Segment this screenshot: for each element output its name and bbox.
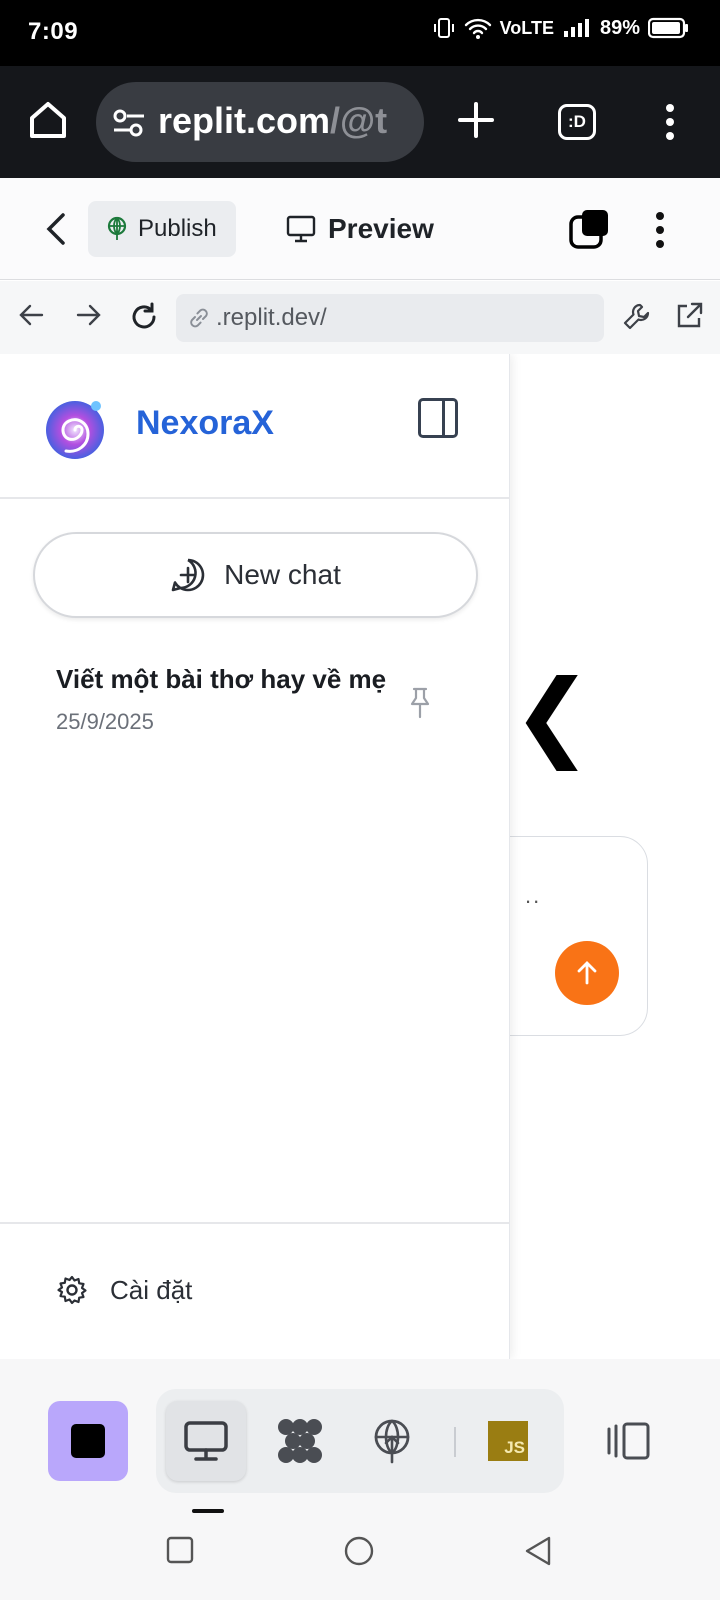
publish-button[interactable]: Publish [88,201,236,257]
arrow-up-icon [577,961,597,985]
replit-toolbar: Publish Preview [0,178,720,280]
publish-icon [107,216,127,240]
active-tab-indicator [192,1509,224,1513]
monitor-icon [286,215,316,243]
tab-switcher-icon[interactable]: :D [558,104,596,140]
stop-icon [71,1424,105,1458]
dock-tool-group: JS [156,1389,564,1493]
settings-button[interactable]: Cài đặt [56,1274,192,1306]
plus-icon[interactable] [456,100,496,140]
back-icon[interactable] [44,212,68,246]
arrow-left-icon[interactable] [18,301,46,329]
wrench-icon[interactable] [622,301,652,331]
address-bar[interactable]: replit.com/@t [96,82,424,162]
sidebar: NexoraX New chat Viết một bài thơ hay về… [0,354,510,1359]
workflow-icon [278,1419,322,1463]
js-icon: JS [488,1421,528,1461]
more-vert-icon[interactable] [664,102,676,142]
signal-icon [563,19,589,37]
arrow-right-icon[interactable] [74,301,102,329]
battery-icon [648,17,688,39]
network-type: VoLTE [499,17,554,38]
more-vert-icon[interactable] [654,210,666,250]
address-text: replit.com/@t [158,100,387,142]
vibrate-icon [433,18,454,38]
url-path: /@t [330,100,388,141]
dock-divider [454,1427,456,1457]
dock-deploy-tab[interactable] [352,1401,432,1481]
sidebar-header: NexoraX [0,354,510,499]
wifi-icon [464,18,491,39]
chat-title: Viết một bài thơ hay về mẹ [56,664,387,694]
home-icon[interactable] [26,98,70,142]
webview-url-field[interactable]: .replit.dev/ [176,294,604,342]
input-placeholder: .. [525,883,542,908]
android-nav-bar [0,1514,720,1600]
new-chat-button[interactable]: New chat [33,532,478,618]
webview-toolbar: .replit.dev/ [0,281,720,354]
chat-list-item[interactable]: Viết một bài thơ hay về mẹ 25/9/2025 [56,664,446,735]
dock-js-file-tab[interactable]: JS [468,1401,548,1481]
gear-icon [57,1275,87,1305]
tune-icon[interactable] [112,108,146,138]
dock-workflows-tab[interactable] [260,1401,340,1481]
webview-url-text: .replit.dev/ [216,304,327,331]
logo-icon [46,401,104,459]
new-chat-label: New chat [224,559,341,590]
dock-preview-tab[interactable] [166,1401,246,1481]
deploy-icon [374,1419,410,1464]
panel-switch-icon[interactable] [606,1421,652,1461]
browser-toolbar: replit.com/@t :D [0,66,720,178]
triangle-nav-icon[interactable] [522,1534,554,1568]
preview-label: Preview [328,213,434,244]
chevron-left-icon[interactable]: ❮ [512,668,592,764]
preview-button[interactable]: Preview [286,201,434,257]
chat-date: 25/9/2025 [56,709,154,734]
reload-icon[interactable] [128,301,160,333]
sidebar-toggle-icon[interactable] [418,398,458,438]
external-link-icon[interactable] [674,301,704,331]
chat-plus-icon [171,558,205,592]
sidebar-footer: Cài đặt [0,1222,510,1359]
publish-label: Publish [138,215,217,242]
circle-nav-icon[interactable] [342,1534,376,1568]
panes-icon[interactable] [568,208,610,250]
battery-percent: 89% [599,16,640,39]
chat-main-area: ❮ .. [480,354,720,1359]
status-bar: 7:09 VoLTE 89% [0,0,720,66]
status-time: 7:09 [28,18,79,45]
link-icon [190,308,208,328]
app-preview: ❮ .. NexoraX New chat Viết một bài thơ h… [0,354,720,1359]
replit-bottom-dock: JS [0,1359,720,1514]
settings-label: Cài đặt [110,1274,193,1305]
send-button[interactable] [555,941,619,1005]
brand-name: NexoraX [136,404,274,442]
square-nav-icon[interactable] [164,1534,196,1566]
stop-button[interactable] [48,1401,128,1481]
pin-icon[interactable] [408,686,432,720]
monitor-icon [184,1421,228,1461]
status-indicators: VoLTE 89% [432,16,690,40]
url-host: replit.com [158,100,331,141]
